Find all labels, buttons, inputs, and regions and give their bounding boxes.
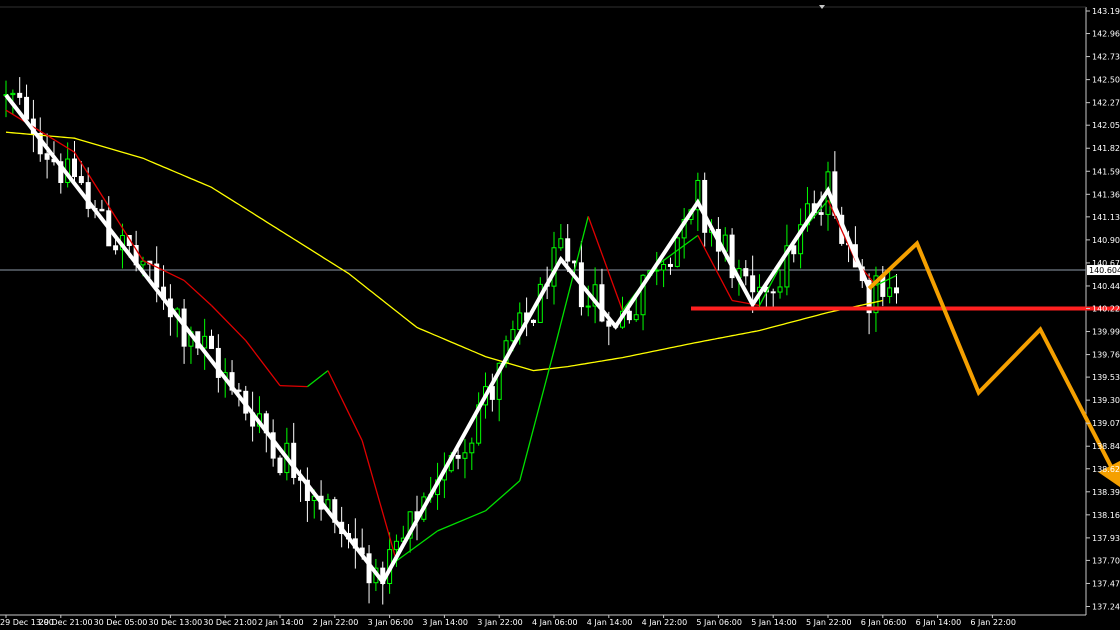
candle-body xyxy=(202,335,208,349)
x-tick-label: 30 Dec 13:00 xyxy=(148,618,202,627)
candle-body xyxy=(585,305,591,308)
candle-body xyxy=(393,540,399,551)
y-tick-label: 142.050 xyxy=(1092,121,1120,130)
candle-body xyxy=(633,314,639,321)
y-tick-label: 142.965 xyxy=(1092,30,1120,39)
y-tick-label: 141.590 xyxy=(1092,167,1120,176)
y-tick-label: 141.820 xyxy=(1092,144,1120,153)
x-tick-label: 6 Jan 14:00 xyxy=(916,618,962,627)
candle-body xyxy=(517,312,523,331)
x-tick-label: 4 Jan 22:00 xyxy=(642,618,688,627)
candle-body xyxy=(510,329,516,342)
x-tick-label: 4 Jan 06:00 xyxy=(532,618,578,627)
candle-body xyxy=(565,238,571,262)
candle-body xyxy=(277,457,283,474)
x-tick-label: 3 Jan 22:00 xyxy=(477,618,523,627)
candle-body xyxy=(462,452,468,459)
x-tick-label: 4 Jan 14:00 xyxy=(587,618,633,627)
y-tick-label: 139.075 xyxy=(1092,419,1120,428)
x-tick-label: 5 Jan 22:00 xyxy=(806,618,852,627)
y-tick-label: 139.760 xyxy=(1092,351,1120,360)
candle-body xyxy=(10,92,16,96)
candle-body xyxy=(78,176,84,184)
candle-body xyxy=(818,212,824,215)
x-tick-label: 6 Jan 06:00 xyxy=(861,618,907,627)
candle-body xyxy=(750,275,756,293)
candle-body xyxy=(743,268,749,277)
y-tick-label: 142.275 xyxy=(1092,99,1120,108)
y-tick-label: 137.705 xyxy=(1092,556,1120,565)
x-tick-label: 30 Dec 05:00 xyxy=(94,618,148,627)
candle-body xyxy=(599,284,605,322)
y-tick-label: 137.245 xyxy=(1092,602,1120,611)
x-tick-label: 6 Jan 22:00 xyxy=(970,618,1016,627)
candle-body xyxy=(44,153,50,160)
candle-body xyxy=(661,263,667,271)
y-tick-label: 141.135 xyxy=(1092,213,1120,222)
y-tick-label: 140.905 xyxy=(1092,236,1120,245)
price-chart[interactable]: 143.190 142.965 142.735 142.505 142.275 142.0… xyxy=(0,0,1120,630)
y-tick-label: 142.505 xyxy=(1092,76,1120,85)
x-tick-label: 2 Jan 22:00 xyxy=(313,618,359,627)
y-tick-label: 139.990 xyxy=(1092,328,1120,337)
candle-body xyxy=(455,454,461,459)
candle-body xyxy=(24,96,30,120)
candle-body xyxy=(291,442,297,478)
y-tick-label: 142.735 xyxy=(1092,53,1120,62)
x-tick-label: 5 Jan 06:00 xyxy=(696,618,742,627)
candle-body xyxy=(654,269,660,272)
candle-body xyxy=(770,291,776,294)
x-tick-label: 5 Jan 14:00 xyxy=(751,618,797,627)
y-tick-label: 139.535 xyxy=(1092,373,1120,382)
y-tick-label: 141.360 xyxy=(1092,190,1120,199)
y-tick-label: 140.220 xyxy=(1092,304,1120,313)
candle-body xyxy=(702,179,708,233)
x-tick-label: 29 Dec 21:00 xyxy=(39,618,93,627)
current-price-label: 140.604 xyxy=(1089,266,1120,275)
y-tick-label: 138.620 xyxy=(1092,465,1120,474)
candle-body xyxy=(894,287,899,294)
y-tick-label: 143.190 xyxy=(1092,7,1120,16)
y-tick-label: 138.160 xyxy=(1092,511,1120,520)
y-tick-label: 137.930 xyxy=(1092,534,1120,543)
candle-body xyxy=(17,92,23,98)
candle-body xyxy=(469,442,475,454)
candle-body xyxy=(530,319,536,323)
y-tick-label: 137.475 xyxy=(1092,579,1120,588)
candle-body xyxy=(777,286,783,293)
candle-body xyxy=(626,310,632,321)
y-tick-label: 139.305 xyxy=(1092,396,1120,405)
x-tick-label: 2 Jan 14:00 xyxy=(258,618,304,627)
y-tick-label: 138.390 xyxy=(1092,488,1120,497)
x-tick-label: 30 Dec 21:00 xyxy=(203,618,257,627)
y-tick-label: 138.845 xyxy=(1092,442,1120,451)
candle-body xyxy=(209,335,214,349)
x-tick-label: 3 Jan 06:00 xyxy=(368,618,414,627)
candle-body xyxy=(72,158,77,178)
candle-body xyxy=(558,238,564,249)
candle-body xyxy=(667,263,673,267)
candle-body xyxy=(99,208,105,212)
y-tick-label: 140.445 xyxy=(1092,282,1120,291)
x-tick-label: 3 Jan 14:00 xyxy=(422,618,468,627)
candle-body xyxy=(113,245,119,251)
candle-body xyxy=(887,287,893,297)
